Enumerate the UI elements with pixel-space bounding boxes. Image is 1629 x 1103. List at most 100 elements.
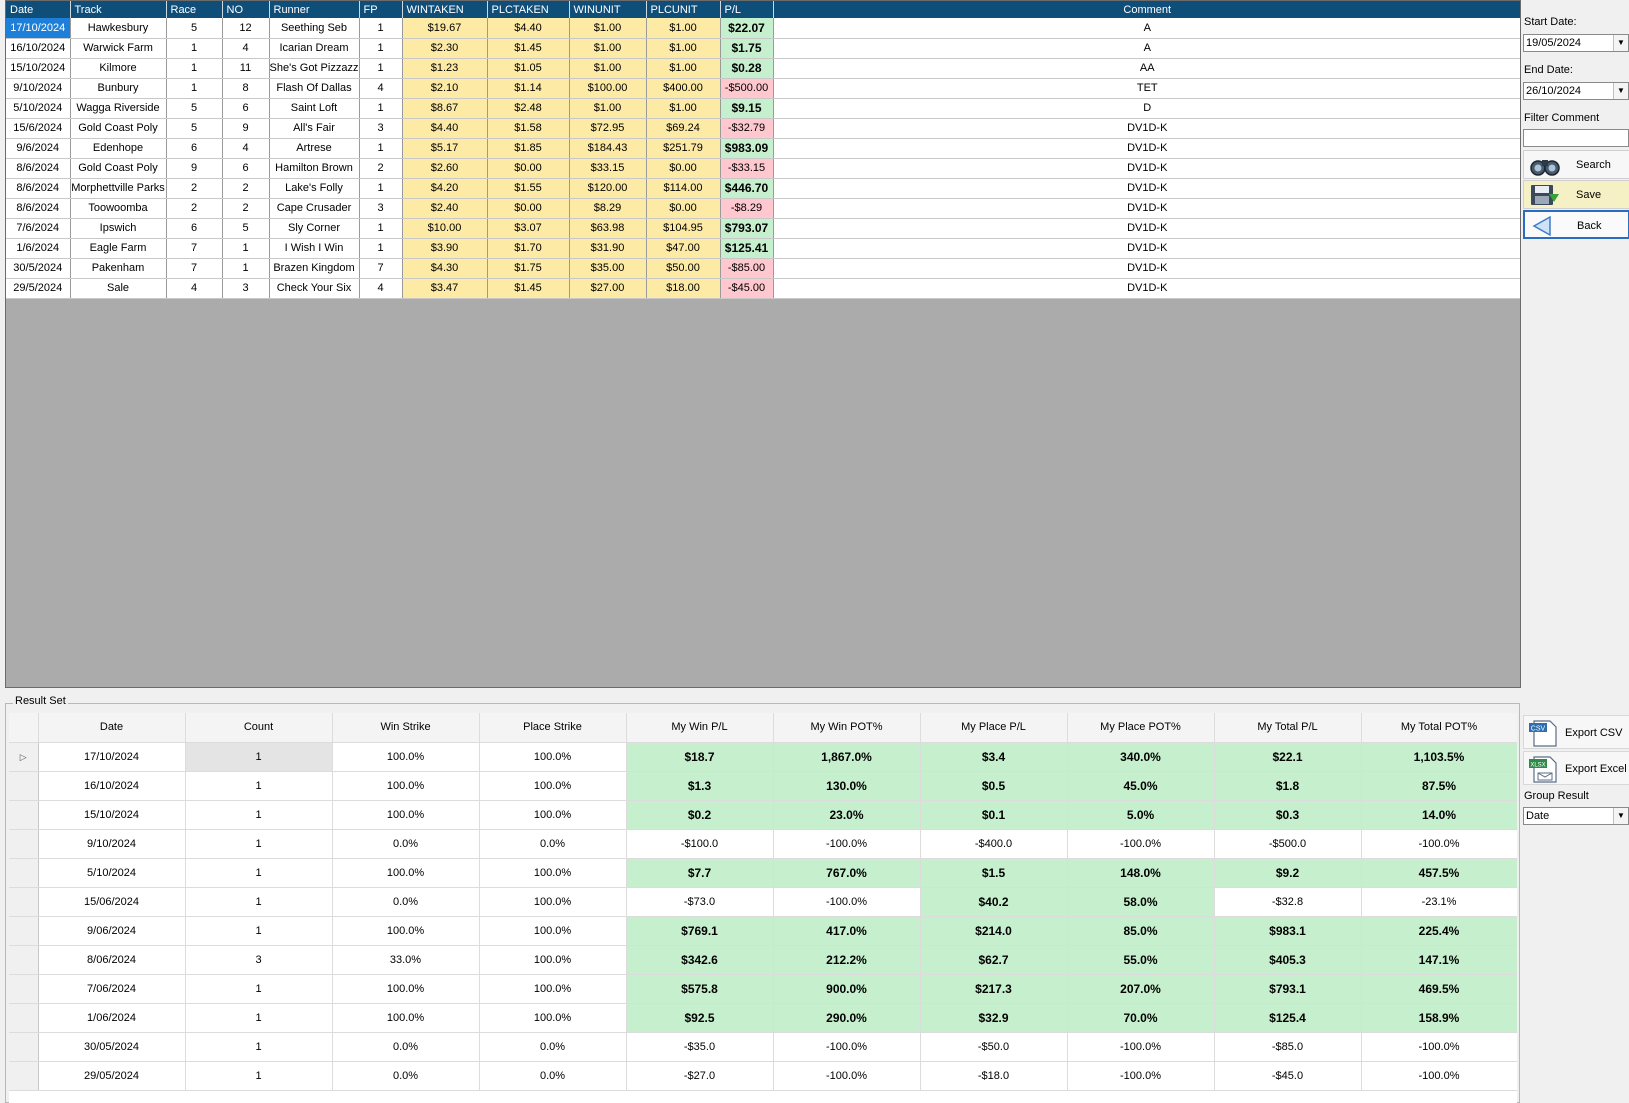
cell-win-pot[interactable]: 900.0%: [773, 974, 921, 1004]
back-button[interactable]: Back: [1523, 210, 1629, 239]
cell-win-pl[interactable]: -$73.0: [626, 887, 774, 917]
cell-place-pot[interactable]: 5.0%: [1067, 800, 1215, 830]
cell-place-pot[interactable]: 45.0%: [1067, 771, 1215, 801]
cell-winunit[interactable]: $72.95: [569, 118, 647, 139]
cell-no[interactable]: 2: [222, 178, 270, 199]
cell-total-pl[interactable]: -$45.0: [1214, 1061, 1362, 1091]
row-header[interactable]: [9, 771, 39, 801]
cell-comment[interactable]: DV1D-K: [773, 258, 1520, 279]
cell-race[interactable]: 1: [166, 58, 223, 79]
cell-count[interactable]: 1: [185, 1061, 333, 1091]
cell-place-pot[interactable]: -100.0%: [1067, 829, 1215, 859]
cell-no[interactable]: 12: [222, 18, 270, 39]
cell-no[interactable]: 4: [222, 38, 270, 59]
cell-plcunit[interactable]: $1.00: [646, 38, 721, 59]
chevron-down-icon[interactable]: ▼: [1613, 808, 1628, 824]
cell-place-strike[interactable]: 100.0%: [479, 771, 627, 801]
cell-comment[interactable]: A: [773, 38, 1520, 59]
cell-place-strike[interactable]: 100.0%: [479, 858, 627, 888]
cell-track[interactable]: Gold Coast Poly: [70, 158, 167, 179]
table-row[interactable]: 9/10/2024 1 0.0% 0.0% -$100.0 -100.0% -$400.0-…: [9, 829, 1517, 859]
export-excel-button[interactable]: XLSX Export Excel: [1523, 751, 1629, 785]
table-row[interactable]: 30/5/2024 Pakenham 7 1 Brazen Kingdom 7 $4.30 $…: [6, 258, 1520, 279]
cell-runner[interactable]: All's Fair: [269, 118, 360, 139]
cell-race[interactable]: 4: [166, 278, 223, 299]
cell-date[interactable]: 8/06/2024: [38, 945, 186, 975]
table-row[interactable]: 9/06/2024 1 100.0% 100.0% $769.1 417.0% $214.0…: [9, 916, 1517, 946]
cell-runner[interactable]: Seething Seb: [269, 18, 360, 39]
cell-date[interactable]: 15/10/2024: [6, 58, 71, 79]
cell-total-pl[interactable]: -$32.8: [1214, 887, 1362, 917]
cell-total-pot[interactable]: -100.0%: [1361, 1032, 1517, 1062]
cell-date[interactable]: 17/10/2024: [6, 18, 71, 39]
cell-win-pl[interactable]: -$27.0: [626, 1061, 774, 1091]
cell-total-pl[interactable]: -$500.0: [1214, 829, 1362, 859]
cell-win-strike[interactable]: 33.0%: [332, 945, 480, 975]
cell-race[interactable]: 5: [166, 18, 223, 39]
cell-plctaken[interactable]: $1.45: [487, 278, 570, 299]
search-button[interactable]: Search: [1523, 150, 1629, 179]
cell-plctaken[interactable]: $1.75: [487, 258, 570, 279]
column-header[interactable]: Race: [166, 1, 223, 18]
cell-winunit[interactable]: $1.00: [569, 58, 647, 79]
cell-pl[interactable]: $446.70: [720, 178, 774, 199]
cell-plctaken[interactable]: $1.14: [487, 78, 570, 99]
cell-fp[interactable]: 1: [359, 238, 403, 259]
cell-win-pl[interactable]: $7.7: [626, 858, 774, 888]
cell-date[interactable]: 15/06/2024: [38, 887, 186, 917]
table-row[interactable]: 8/6/2024 Gold Coast Poly 9 6 Hamilton Brown 2…: [6, 158, 1520, 179]
cell-track[interactable]: Ipswich: [70, 218, 167, 239]
cell-wintaken[interactable]: $2.30: [402, 38, 488, 59]
cell-plcunit[interactable]: $69.24: [646, 118, 721, 139]
cell-race[interactable]: 5: [166, 98, 223, 119]
cell-winunit[interactable]: $8.29: [569, 198, 647, 219]
race-results-grid[interactable]: Date Track Race NO Runner FP WINTAKEN PLCTAKEN W…: [5, 0, 1521, 688]
cell-no[interactable]: 8: [222, 78, 270, 99]
cell-no[interactable]: 6: [222, 98, 270, 119]
cell-count[interactable]: 1: [185, 887, 333, 917]
cell-plctaken[interactable]: $2.48: [487, 98, 570, 119]
cell-place-pot[interactable]: 55.0%: [1067, 945, 1215, 975]
cell-track[interactable]: Warwick Farm: [70, 38, 167, 59]
cell-wintaken[interactable]: $8.67: [402, 98, 488, 119]
cell-winunit[interactable]: $1.00: [569, 98, 647, 119]
cell-no[interactable]: 1: [222, 238, 270, 259]
cell-win-pl[interactable]: $92.5: [626, 1003, 774, 1033]
table-row[interactable]: 15/10/2024 Kilmore 1 11 She's Got Pizzazz 1 $1…: [6, 58, 1520, 79]
cell-plcunit[interactable]: $1.00: [646, 18, 721, 39]
column-header[interactable]: WINUNIT: [569, 1, 647, 18]
cell-no[interactable]: 3: [222, 278, 270, 299]
cell-date[interactable]: 9/10/2024: [38, 829, 186, 859]
table-row[interactable]: 8/06/2024 3 33.0% 100.0% $342.6 212.2% $62.7 55…: [9, 945, 1517, 975]
cell-win-pot[interactable]: -100.0%: [773, 887, 921, 917]
cell-fp[interactable]: 1: [359, 18, 403, 39]
row-header[interactable]: [9, 1061, 39, 1091]
table-row[interactable]: 15/06/2024 1 0.0% 100.0% -$73.0 -100.0% $40.2 5…: [9, 887, 1517, 917]
cell-plcunit[interactable]: $251.79: [646, 138, 721, 159]
table-row[interactable]: 30/05/2024 1 0.0% 0.0% -$35.0 -100.0% -$50.0 -1…: [9, 1032, 1517, 1062]
cell-date[interactable]: 29/5/2024: [6, 278, 71, 299]
cell-total-pot[interactable]: 87.5%: [1361, 771, 1517, 801]
cell-race[interactable]: 6: [166, 138, 223, 159]
cell-date[interactable]: 16/10/2024: [6, 38, 71, 59]
cell-count[interactable]: 1: [185, 800, 333, 830]
cell-comment[interactable]: D: [773, 98, 1520, 119]
cell-place-pot[interactable]: -100.0%: [1067, 1061, 1215, 1091]
row-header[interactable]: [9, 800, 39, 830]
table-row[interactable]: 9/10/2024 Bunbury 1 8 Flash Of Dallas 4 $2.10 $…: [6, 78, 1520, 99]
cell-plcunit[interactable]: $0.00: [646, 158, 721, 179]
cell-fp[interactable]: 1: [359, 38, 403, 59]
cell-date[interactable]: 7/06/2024: [38, 974, 186, 1004]
cell-total-pl[interactable]: $0.3: [1214, 800, 1362, 830]
cell-place-pl[interactable]: $0.5: [920, 771, 1068, 801]
cell-pl[interactable]: -$33.15: [720, 158, 774, 179]
cell-count[interactable]: 1: [185, 829, 333, 859]
cell-total-pot[interactable]: 457.5%: [1361, 858, 1517, 888]
row-header[interactable]: ▷: [9, 742, 39, 772]
cell-place-pot[interactable]: 207.0%: [1067, 974, 1215, 1004]
cell-place-pl[interactable]: $214.0: [920, 916, 1068, 946]
cell-date[interactable]: 30/05/2024: [38, 1032, 186, 1062]
cell-place-pot[interactable]: 70.0%: [1067, 1003, 1215, 1033]
cell-place-pot[interactable]: 85.0%: [1067, 916, 1215, 946]
cell-place-strike[interactable]: 100.0%: [479, 1003, 627, 1033]
